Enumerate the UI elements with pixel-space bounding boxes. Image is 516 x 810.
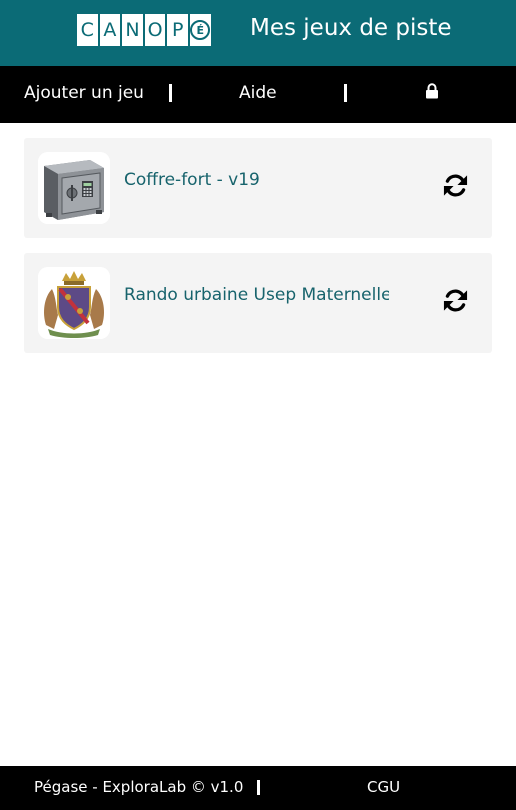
nav-separator [344,84,347,102]
help-link[interactable]: Aide [239,66,277,123]
game-card[interactable]: Rando urbaine Usep Maternelle [24,253,492,353]
footer-separator [257,780,260,795]
game-title[interactable]: Rando urbaine Usep Maternelle [124,283,389,307]
add-game-link[interactable]: Ajouter un jeu [24,66,144,123]
sync-icon[interactable] [442,172,469,199]
coat-of-arms-image [38,267,110,339]
canope-logo: C A N O P É [77,14,211,46]
footer: Pégase - ExploraLab © v1.0 CGU [0,766,516,810]
page-title: Mes jeux de piste [250,15,452,41]
credits-text: Pégase - ExploraLab © v1.0 [34,778,244,796]
sync-icon[interactable] [442,287,469,314]
nav-separator [169,84,172,102]
game-title[interactable]: Coffre-fort - v19 [124,168,389,192]
header: C A N O P É Mes jeux de piste [0,0,516,66]
logo-letter: P [167,14,188,46]
logo-letter: N [122,14,143,46]
lock-icon[interactable] [425,83,439,99]
logo-letter: O [144,14,166,46]
safe-image [38,152,110,224]
logo-letter: A [99,14,121,46]
cgu-link[interactable]: CGU [367,766,400,810]
app: C A N O P É Mes jeux de piste Ajouter un… [0,0,516,810]
logo-letter: C [77,14,98,46]
game-card[interactable]: Coffre-fort - v19 [24,138,492,238]
logo-e-circle: É [190,20,211,40]
logo-letter-circle: É [189,14,211,46]
